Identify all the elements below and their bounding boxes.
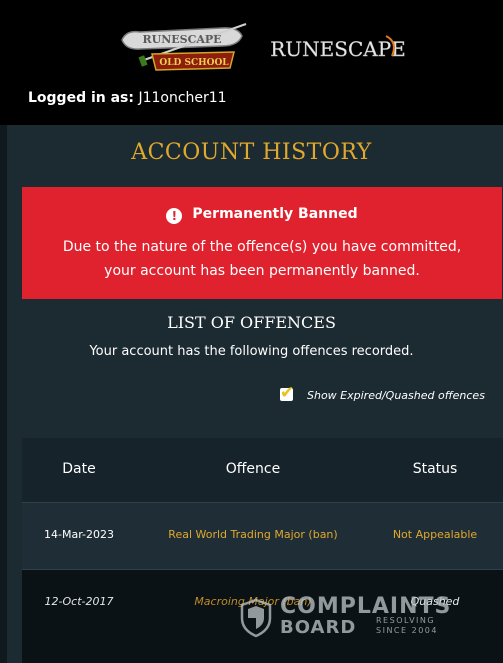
offence-status: Not Appealable: [392, 528, 478, 541]
table-row: 14-Mar-2023 Real World Trading Major (ba…: [22, 502, 503, 569]
runescape-old-school-logo[interactable]: RUNESCAPE OLD SCHOOL: [118, 22, 252, 74]
show-expired-label[interactable]: Show Expired/Quashed offences: [307, 389, 485, 402]
ban-notice: ! Permanently Banned Due to the nature of…: [22, 187, 502, 299]
ban-heading-text: Permanently Banned: [192, 206, 358, 222]
offence-date: 14-Mar-2023: [44, 528, 114, 541]
checkmark-icon: ✔: [280, 383, 295, 403]
username: J11oncher11: [138, 90, 227, 106]
ban-heading: ! Permanently Banned: [22, 206, 502, 224]
logged-in-label: Logged in as:: [28, 90, 134, 106]
left-border: [0, 125, 7, 663]
watermark-text-board: BOARD: [280, 617, 357, 638]
offences-title: LIST OF OFFENCES: [167, 313, 336, 332]
offence-date: 12-Oct-2017: [44, 595, 114, 608]
column-header-offence: Offence: [225, 461, 281, 477]
alert-icon: !: [166, 208, 183, 224]
show-expired-checkbox[interactable]: ✔: [280, 383, 294, 403]
svg-text:RUNESCAPE: RUNESCAPE: [142, 33, 221, 46]
ban-message: Due to the nature of the offence(s) you …: [22, 235, 502, 283]
column-header-status: Status: [412, 461, 458, 477]
header-bar: RUNESCAPE OLD SCHOOL RUNESCAPE Logged in…: [0, 0, 503, 125]
complaints-board-watermark: COMPLAINTS BOARD RESOLVING SINCE 2004: [240, 592, 480, 642]
table-header: Date Offence Status: [22, 438, 503, 502]
svg-text:RUNESCAPE: RUNESCAPE: [270, 37, 406, 61]
page-title: ACCOUNT HISTORY: [131, 140, 372, 165]
offences-subtitle: Your account has the following offences …: [89, 344, 414, 359]
account-history-page: RUNESCAPE OLD SCHOOL RUNESCAPE Logged in…: [0, 0, 503, 663]
logged-in-status: Logged in as: J11oncher11: [28, 90, 227, 106]
watermark-tagline: RESOLVING SINCE 2004: [376, 616, 456, 636]
column-header-date: Date: [62, 461, 96, 477]
svg-text:OLD SCHOOL: OLD SCHOOL: [159, 58, 229, 68]
offence-name: Real World Trading Major (ban): [168, 528, 338, 541]
ban-message-line-2: your account has been permanently banned…: [104, 263, 420, 279]
watermark-tagline-2: SINCE 2004: [376, 626, 438, 635]
runescape-logo[interactable]: RUNESCAPE: [268, 26, 408, 70]
watermark-tagline-1: RESOLVING: [376, 616, 436, 625]
shield-icon: [240, 598, 272, 638]
ban-message-line-1: Due to the nature of the offence(s) you …: [62, 239, 462, 255]
